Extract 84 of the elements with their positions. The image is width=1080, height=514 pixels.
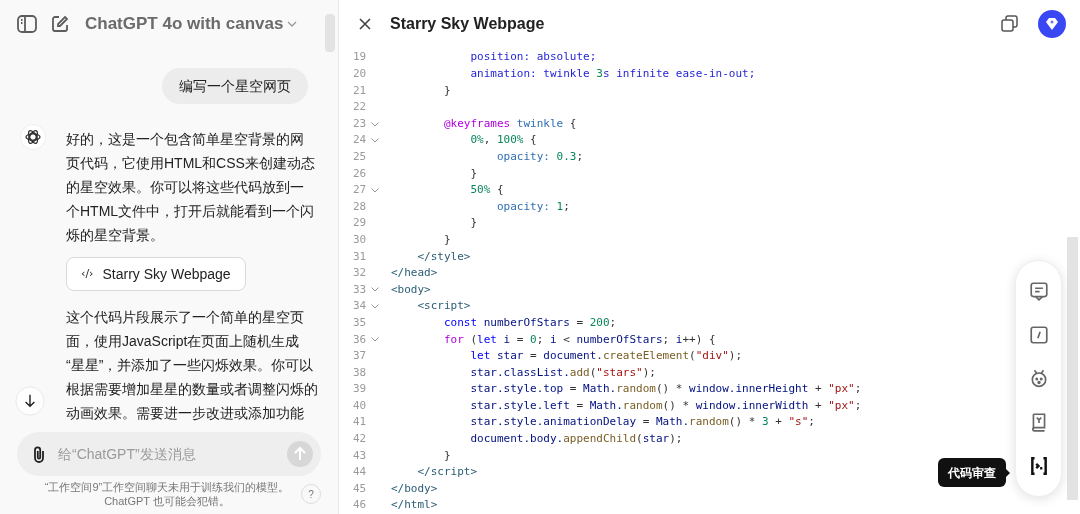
- new-chat-icon[interactable]: [51, 15, 69, 33]
- line-number: 33: [352, 281, 368, 298]
- line-number: 37: [352, 348, 368, 365]
- line-number: 28: [352, 198, 368, 215]
- line-number: 21: [352, 82, 368, 99]
- pencil-square-icon[interactable]: [1028, 324, 1049, 345]
- scroll-down-icon[interactable]: [15, 386, 45, 416]
- fold-chevron-icon[interactable]: [371, 287, 379, 293]
- canvas-title: Starry Sky Webpage: [390, 13, 546, 34]
- code-line: }: [442, 82, 451, 99]
- code-line: </body>: [391, 480, 438, 497]
- model-selector[interactable]: ChatGPT 4o with canvas: [85, 11, 298, 37]
- tooltip: 代码审查: [938, 458, 1006, 487]
- code-line: star.style.animationDelay = Math.random() * 3 + "s";: [469, 414, 815, 431]
- code-line: 0%, 100% {: [469, 132, 537, 149]
- code-line: <script>: [416, 298, 471, 315]
- code-line: </html>: [391, 497, 438, 514]
- fold-chevron-icon[interactable]: [371, 304, 379, 310]
- line-number: 41: [352, 414, 368, 431]
- line-number: 42: [352, 431, 368, 448]
- code-line: 50% {: [469, 182, 504, 199]
- chevron-down-icon[interactable]: [287, 21, 298, 27]
- attach-icon[interactable]: [32, 445, 46, 463]
- message-input[interactable]: 给“ChatGPT”发送消息: [58, 443, 275, 465]
- line-number: 38: [352, 364, 368, 381]
- line-number: 35: [352, 314, 368, 331]
- code-line: document.body.appendChild(star);: [469, 431, 683, 448]
- line-number: 24: [352, 132, 368, 149]
- scrollbar-thumb[interactable]: [1067, 237, 1078, 500]
- line-number: 19: [352, 49, 368, 66]
- user-message: 编写一个星空网页: [162, 68, 308, 104]
- code-line: }: [469, 215, 478, 232]
- code-line: @keyframes twinkle {: [442, 115, 577, 132]
- line-number: 45: [352, 480, 368, 497]
- code-line: for (let i = 0; i < numberOfStars; i++) {: [442, 331, 716, 348]
- line-number: 31: [352, 248, 368, 265]
- line-number: 39: [352, 381, 368, 398]
- code-line: </style>: [416, 248, 471, 265]
- line-number: 40: [352, 397, 368, 414]
- line-number: 30: [352, 231, 368, 248]
- code-line: }: [442, 231, 451, 248]
- code-line: }: [442, 447, 451, 464]
- line-number: 27: [352, 182, 368, 199]
- code-review-icon[interactable]: [1028, 456, 1049, 477]
- line-number: 36: [352, 331, 368, 348]
- fold-chevron-icon[interactable]: [371, 138, 379, 144]
- close-icon[interactable]: [359, 17, 371, 30]
- sidebar-toggle-icon[interactable]: [17, 15, 37, 33]
- assistant-message: 这个代码片段展示了一个简单的星空页 面，使用JavaScript在页面上随机生成 “星星”，并添加了一些闪烁效果。你可以 根据需要增加星星的数量或者调整闪烁的 动画效果。需要进一步改进或添加功能: [66, 308, 315, 423]
- line-number: 20: [352, 66, 368, 82]
- code-line: </script>: [416, 464, 478, 481]
- code-line: let star = document.createElement("div");: [469, 348, 743, 365]
- code-line: star.style.left = Math.random() * window.innerWidth + "px";: [469, 397, 862, 414]
- code-line: position: absolute;: [469, 49, 597, 66]
- code-line: opacity: 0.3;: [495, 149, 584, 165]
- code-line: </head>: [391, 265, 438, 282]
- assistant-message: 好的，这是一个包含简单星空背景的网 页代码，它使用HTML和CSS来创建动态 的星空效果。你可以将这些代码放到一 个HTML文件中，打开后就能看到一个闪 烁的星空背景。: [66, 130, 315, 245]
- code-line: star.classList.add("stars");: [469, 364, 656, 381]
- line-number: 44: [352, 464, 368, 481]
- code-line: animation: twinkle 3s infinite ease-in-out;: [469, 66, 756, 82]
- comment-icon[interactable]: [1028, 280, 1049, 301]
- line-number: 32: [352, 265, 368, 282]
- line-number: 34: [352, 298, 368, 315]
- line-number: 43: [352, 447, 368, 464]
- disclaimer-text: “工作空间9”工作空间聊天未用于训练我们的模型。ChatGPT 也可能会犯错。: [43, 480, 291, 508]
- code-line: opacity: 1;: [495, 198, 570, 215]
- message-composer[interactable]: 给“ChatGPT”发送消息: [17, 432, 321, 476]
- code-line: <body>: [391, 281, 431, 298]
- line-number: 25: [352, 149, 368, 165]
- line-number: 29: [352, 215, 368, 232]
- code-line: }: [469, 165, 478, 182]
- line-number: 26: [352, 165, 368, 182]
- line-number: 23: [352, 115, 368, 132]
- fold-chevron-icon[interactable]: [371, 337, 379, 343]
- fold-chevron-icon[interactable]: [371, 187, 379, 193]
- copy-icon[interactable]: [1001, 15, 1018, 33]
- canvas-chip-button[interactable]: ‹/› Starry Sky Webpage: [66, 257, 246, 291]
- gem-icon[interactable]: [1038, 9, 1066, 38]
- line-number: 22: [352, 99, 368, 116]
- code-line: const numberOfStars = 200;: [442, 314, 617, 331]
- fold-chevron-icon[interactable]: [371, 121, 379, 127]
- code-line: star.style.top = Math.random() * window.innerHeight + "px";: [469, 381, 862, 398]
- line-number: 46: [352, 497, 368, 514]
- assistant-avatar-icon: [20, 124, 46, 150]
